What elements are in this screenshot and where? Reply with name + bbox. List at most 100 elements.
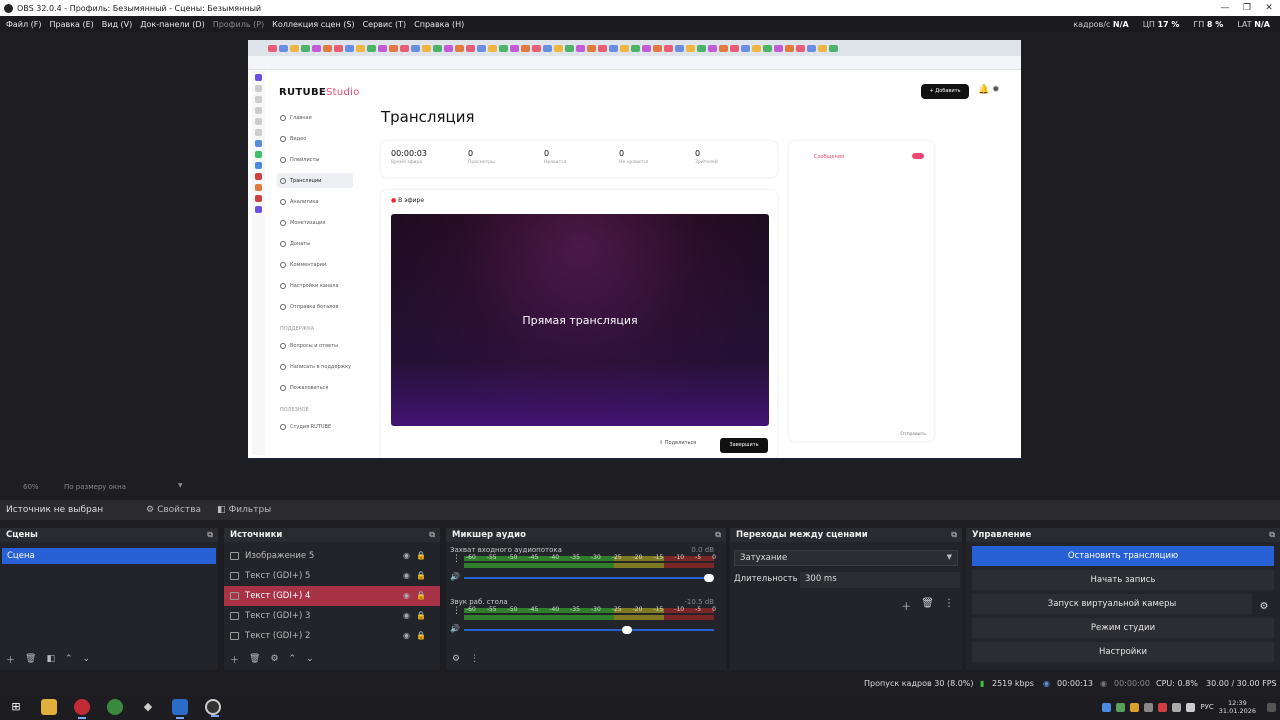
source-row[interactable]: Текст (GDI+) 2 ◉ 🔒 <box>224 626 440 646</box>
chevron-down-icon[interactable]: ▼ <box>178 482 183 489</box>
scene-item[interactable]: Сцена <box>2 548 216 564</box>
volume-knob[interactable] <box>622 626 633 634</box>
minimize-icon[interactable]: — <box>1214 0 1236 16</box>
arrow-down-icon[interactable]: ⌄ <box>306 654 314 664</box>
eye-icon[interactable]: ◉ <box>403 571 410 580</box>
transition-select[interactable]: Затухание ▼ <box>734 550 958 566</box>
obs-taskbar-icon[interactable] <box>205 699 221 717</box>
more-vertical-icon[interactable]: ⋮ <box>944 598 954 613</box>
virtual-camera-gear-icon[interactable]: ⚙ <box>1256 599 1272 615</box>
clock[interactable]: 12:39 31.01.2026 <box>1219 699 1256 715</box>
transition-actions: ＋ 🗑 ⋮ <box>901 598 954 613</box>
studio-mode-button[interactable]: Режим студии <box>972 618 1274 638</box>
app-icon[interactable]: ◆ <box>140 699 156 715</box>
popout-icon[interactable]: ⧉ <box>1269 530 1275 540</box>
nav-item: Написать в поддержку <box>277 359 353 374</box>
more-vertical-icon[interactable]: ⋮ <box>452 554 461 564</box>
stop-stream-button[interactable]: Остановить трансляцию <box>972 546 1274 566</box>
tray-icon[interactable] <box>1172 702 1182 712</box>
popout-icon[interactable]: ⧉ <box>715 530 721 540</box>
volume-slider[interactable] <box>464 577 714 579</box>
tray-icon[interactable] <box>1158 702 1168 712</box>
filters-button[interactable]: ◧ Фильтры <box>217 505 271 515</box>
scale-tick: -50 <box>507 606 518 613</box>
duration-input[interactable]: 300 ms <box>800 572 960 588</box>
tray-icon[interactable] <box>1144 702 1154 712</box>
scale-tick: -35 <box>570 554 580 561</box>
settings-button[interactable]: Настройки <box>972 642 1274 662</box>
start-recording-button[interactable]: Начать запись <box>972 570 1274 590</box>
gear-icon[interactable]: ⚙ <box>452 654 460 664</box>
gear-icon[interactable]: ⚙ <box>270 654 278 664</box>
side-app-icon <box>255 85 262 92</box>
lock-icon[interactable]: 🔒 <box>416 631 426 640</box>
popout-icon[interactable]: ⧉ <box>951 530 957 540</box>
eye-icon[interactable]: ◉ <box>403 591 410 600</box>
add-icon[interactable]: ＋ <box>6 653 15 666</box>
zoom-mode[interactable]: По размеру окна <box>64 483 126 491</box>
source-row[interactable]: Изображение 5 ◉ 🔒 <box>224 546 440 566</box>
lock-icon[interactable]: 🔒 <box>416 611 426 620</box>
browser-tab-icon <box>422 44 431 52</box>
lock-icon[interactable]: 🔒 <box>416 551 426 560</box>
arrow-up-icon[interactable]: ⌃ <box>65 654 73 664</box>
opera-icon[interactable] <box>74 699 90 719</box>
properties-button[interactable]: ⚙ Свойства <box>146 505 201 515</box>
popout-icon[interactable]: ⧉ <box>207 530 213 540</box>
tray-icon[interactable] <box>1116 702 1126 712</box>
mixer-channel: Захват входного аудиопотока 0.0 dB ⋮ -60… <box>446 542 726 594</box>
close-icon[interactable]: ✕ <box>1258 0 1280 16</box>
notifications-icon[interactable] <box>1267 702 1276 712</box>
chrome-icon[interactable] <box>107 699 123 715</box>
add-icon[interactable]: ＋ <box>901 598 911 613</box>
speaker-icon[interactable]: 🔊 <box>450 572 460 581</box>
scale-tick: -50 <box>507 554 518 561</box>
eye-icon[interactable]: ◉ <box>403 631 410 640</box>
speaker-icon[interactable] <box>1186 702 1196 712</box>
trash-icon[interactable]: 🗑 <box>249 654 260 664</box>
menu-docks[interactable]: Док-панели (D) <box>140 20 204 29</box>
trash-icon[interactable]: 🗑 <box>25 654 36 664</box>
trash-icon[interactable]: 🗑 <box>921 598 934 613</box>
chat-title: Сообщения <box>814 154 845 160</box>
folder-icon[interactable] <box>41 699 57 715</box>
eye-icon[interactable]: ◉ <box>403 551 410 560</box>
source-row[interactable]: Текст (GDI+) 3 ◉ 🔒 <box>224 606 440 626</box>
menu-scene-collection[interactable]: Коллекция сцен (S) <box>272 20 354 29</box>
scale-tick: 0 <box>712 606 716 613</box>
language-indicator[interactable]: РУС <box>1200 703 1213 711</box>
add-icon[interactable]: ＋ <box>230 653 239 666</box>
browser-tab-icon <box>444 44 453 52</box>
windows-start-icon[interactable]: ⊞ <box>8 699 24 715</box>
volume-knob[interactable] <box>704 574 714 582</box>
menu-view[interactable]: Вид (V) <box>102 20 132 29</box>
menu-profile[interactable]: Профиль (P) <box>213 20 264 29</box>
program-preview[interactable]: RUTUBEStudio Главная Видео Плейлисты Тра… <box>248 40 1021 460</box>
monitor-icon[interactable] <box>172 699 188 719</box>
browser-tab-icon <box>345 44 354 52</box>
maximize-icon[interactable]: ❐ <box>1236 0 1258 16</box>
lock-icon[interactable]: 🔒 <box>416 591 426 600</box>
menu-help[interactable]: Справка (H) <box>414 20 464 29</box>
lock-icon[interactable]: 🔒 <box>416 571 426 580</box>
zoom-level[interactable]: 60% <box>23 483 39 491</box>
source-row[interactable]: Текст (GDI+) 5 ◉ 🔒 <box>224 566 440 586</box>
speaker-icon[interactable]: 🔊 <box>450 624 460 633</box>
source-row-selected[interactable]: Текст (GDI+) 4 ◉ 🔒 <box>224 586 440 606</box>
menu-file[interactable]: Файл (F) <box>6 20 42 29</box>
eye-icon[interactable]: ◉ <box>403 611 410 620</box>
more-vertical-icon[interactable]: ⋮ <box>470 654 479 664</box>
virtual-camera-button[interactable]: Запуск виртуальной камеры <box>972 594 1252 614</box>
arrow-down-icon[interactable]: ⌄ <box>83 654 91 664</box>
browser-tab-icon <box>356 44 365 52</box>
tray-icon[interactable] <box>1102 702 1112 712</box>
menu-edit[interactable]: Правка (E) <box>50 20 94 29</box>
more-vertical-icon[interactable]: ⋮ <box>452 606 461 616</box>
arrow-up-icon[interactable]: ⌃ <box>289 654 297 664</box>
tray-icon[interactable] <box>1130 702 1140 712</box>
browser-tab-icon <box>521 44 530 52</box>
menu-tools[interactable]: Сервис (T) <box>363 20 407 29</box>
volume-slider[interactable] <box>464 629 714 631</box>
filter-icon[interactable]: ◧ <box>46 654 55 664</box>
popout-icon[interactable]: ⧉ <box>429 530 435 540</box>
